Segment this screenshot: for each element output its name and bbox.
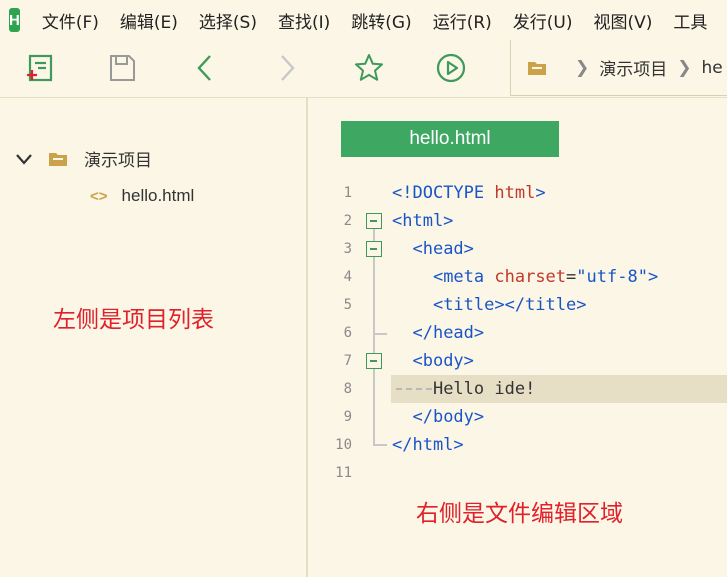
code-line-current[interactable]: 8 Hello ide! bbox=[310, 375, 727, 403]
line-number: 8 bbox=[343, 381, 352, 397]
editor-annotation: 右侧是文件编辑区域 bbox=[416, 501, 623, 527]
menu-tools[interactable]: 工具 bbox=[673, 8, 707, 33]
forward-button[interactable] bbox=[269, 50, 305, 86]
code-line[interactable]: 6 </head> bbox=[310, 319, 727, 347]
line-number: 7 bbox=[343, 353, 352, 369]
code-line[interactable]: 3 <head> bbox=[310, 235, 727, 263]
code-file-icon: <> bbox=[90, 187, 108, 205]
line-number: 2 bbox=[343, 213, 352, 229]
toolbar: ❯ 演示项目 ❯ he bbox=[0, 40, 727, 98]
line-number: 6 bbox=[343, 325, 352, 341]
app-logo: H bbox=[9, 8, 20, 32]
line-number: 10 bbox=[335, 437, 352, 453]
back-button[interactable] bbox=[187, 50, 223, 86]
favorite-button[interactable] bbox=[351, 50, 387, 86]
new-file-button[interactable] bbox=[22, 50, 58, 86]
menu-publish[interactable]: 发行(U) bbox=[513, 8, 573, 33]
menu-bar: H 文件(F) 编辑(E) 选择(S) 查找(I) 跳转(G) 运行(R) 发行… bbox=[0, 0, 727, 40]
line-number: 11 bbox=[335, 465, 352, 481]
menu-goto[interactable]: 跳转(G) bbox=[351, 8, 411, 33]
star-icon bbox=[355, 54, 383, 81]
breadcrumb-project[interactable]: 演示项目 bbox=[599, 55, 667, 80]
run-button[interactable] bbox=[433, 50, 469, 86]
line-number: 5 bbox=[343, 297, 352, 313]
menu-run[interactable]: 运行(R) bbox=[433, 8, 492, 33]
forward-icon bbox=[281, 55, 295, 81]
tree-file-row[interactable]: <> hello.html bbox=[90, 186, 194, 206]
chevron-right-icon: ❯ bbox=[575, 57, 590, 78]
code-line[interactable]: 2 <html> bbox=[310, 207, 727, 235]
menu-select[interactable]: 选择(S) bbox=[199, 8, 257, 33]
save-button[interactable] bbox=[104, 50, 140, 86]
line-number: 1 bbox=[343, 185, 352, 201]
tree-project-label: 演示项目 bbox=[84, 151, 152, 170]
fold-collapse-icon[interactable] bbox=[366, 241, 382, 257]
save-icon bbox=[110, 55, 135, 81]
code-line[interactable]: 7 <body> bbox=[310, 347, 727, 375]
tree-file-label: hello.html bbox=[121, 186, 195, 205]
line-number: 3 bbox=[343, 241, 352, 257]
menu-edit[interactable]: 编辑(E) bbox=[120, 8, 178, 33]
run-icon bbox=[436, 53, 466, 83]
back-icon bbox=[197, 55, 211, 81]
menu-view[interactable]: 视图(V) bbox=[594, 8, 653, 33]
folder-icon bbox=[528, 61, 546, 75]
fold-collapse-icon[interactable] bbox=[366, 353, 382, 369]
code-line[interactable]: 11 bbox=[310, 459, 727, 487]
new-file-icon bbox=[27, 54, 53, 82]
breadcrumb: ❯ 演示项目 ❯ he bbox=[510, 40, 727, 96]
line-number: 9 bbox=[343, 409, 352, 425]
fold-collapse-icon[interactable] bbox=[366, 213, 382, 229]
code-line[interactable]: 9 </body> bbox=[310, 403, 727, 431]
editor-area: hello.html 1 <!DOCTYPE html> 2 <html> 3 … bbox=[310, 98, 727, 577]
menu-find[interactable]: 查找(I) bbox=[278, 8, 330, 33]
tab-hello-html[interactable]: hello.html bbox=[341, 121, 559, 157]
chevron-right-icon: ❯ bbox=[677, 57, 692, 78]
code-line[interactable]: 10 </html> bbox=[310, 431, 727, 459]
menu-file[interactable]: 文件(F) bbox=[42, 8, 99, 33]
folder-icon bbox=[49, 152, 67, 166]
code-line[interactable]: 1 <!DOCTYPE html> bbox=[310, 179, 727, 207]
tree-project-row[interactable]: 演示项目 bbox=[14, 146, 152, 171]
project-sidebar: 演示项目 <> hello.html 左侧是项目列表 bbox=[0, 98, 308, 577]
sidebar-annotation: 左侧是项目列表 bbox=[53, 307, 214, 333]
line-number: 4 bbox=[343, 269, 352, 285]
code-line[interactable]: 4 <meta charset="utf-8"> bbox=[310, 263, 727, 291]
breadcrumb-file[interactable]: he bbox=[702, 58, 723, 78]
chevron-down-icon bbox=[16, 153, 32, 165]
code-line[interactable]: 5 <title></title> bbox=[310, 291, 727, 319]
